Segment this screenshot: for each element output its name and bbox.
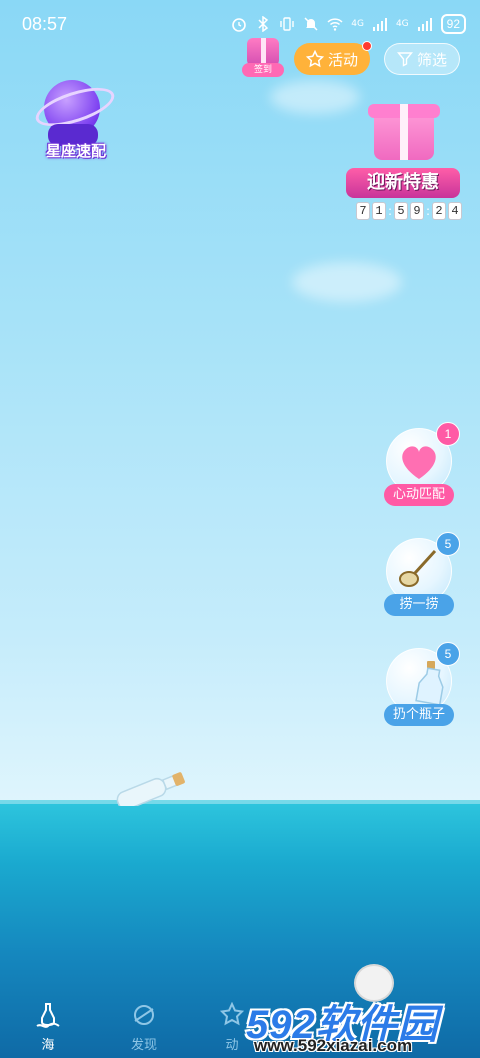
badge-count: 5 bbox=[436, 532, 460, 556]
signin-button[interactable]: 签到 bbox=[242, 36, 284, 77]
signal-icon bbox=[417, 18, 432, 31]
tab-label: 发现 bbox=[130, 1038, 157, 1053]
heart-match-button[interactable]: 1 心动匹配 bbox=[384, 422, 460, 508]
floating-bottle-icon[interactable] bbox=[108, 766, 188, 806]
gift-ribbon bbox=[261, 38, 266, 66]
countdown-digit: 2 bbox=[432, 202, 446, 220]
activity-label: 活动 bbox=[327, 50, 358, 69]
sea-home-screen: 08:57 4G 4G 92 签到 活动 筛选 星座速配 迎新特惠 7 1: … bbox=[0, 0, 480, 1058]
status-icons: 4G 4G 92 bbox=[231, 14, 466, 34]
signal-icon bbox=[372, 18, 387, 31]
throw-bottle-button[interactable]: 5 扔个瓶子 bbox=[384, 642, 460, 728]
countdown-digit: 4 bbox=[448, 202, 462, 220]
constellation-label: 星座速配 bbox=[45, 142, 106, 160]
notification-dot bbox=[362, 41, 372, 51]
battery-icon: 92 bbox=[440, 14, 466, 34]
signin-label: 签到 bbox=[242, 63, 284, 77]
watermark-url: www.592xiazai.com bbox=[254, 1036, 413, 1055]
planet-icon bbox=[134, 1005, 154, 1025]
watermark: 592软件园 www.592xiazai.com bbox=[240, 990, 480, 1058]
mute-icon bbox=[304, 17, 318, 31]
status-time: 08:57 bbox=[22, 14, 68, 34]
wifi-icon bbox=[327, 18, 343, 31]
tab-sea[interactable]: 海 bbox=[18, 996, 78, 1053]
countdown-digit: 7 bbox=[356, 202, 370, 220]
constellation-match-button[interactable]: 星座速配 bbox=[31, 78, 119, 168]
tab-discover[interactable]: 发现 bbox=[114, 996, 174, 1053]
filter-label: 筛选 bbox=[416, 50, 447, 69]
countdown-digit: 5 bbox=[394, 202, 408, 220]
countdown-digit: 1 bbox=[372, 202, 386, 220]
bluetooth-icon bbox=[258, 16, 269, 32]
filter-icon bbox=[396, 52, 413, 67]
alarm-icon bbox=[232, 18, 247, 32]
network-type: 4G bbox=[395, 19, 409, 29]
vibrate-icon bbox=[280, 17, 294, 31]
countdown-colon: : bbox=[426, 204, 431, 218]
new-user-promo[interactable]: 迎新特惠 7 1 : 5 9 : 2 4 bbox=[340, 100, 466, 224]
sea-bottle-icon bbox=[36, 1003, 60, 1028]
side-action-label: 捞一捞 bbox=[384, 594, 454, 616]
promo-gift-ribbon bbox=[400, 104, 408, 160]
horizon-line bbox=[0, 800, 480, 804]
promo-countdown: 7 1 : 5 9 : 2 4 bbox=[356, 202, 462, 220]
side-action-label: 扔个瓶子 bbox=[384, 704, 454, 726]
badge-count: 5 bbox=[436, 642, 460, 666]
tab-label: 海 bbox=[41, 1038, 55, 1053]
activity-button[interactable]: 活动 bbox=[294, 41, 372, 75]
scoop-button[interactable]: 5 捞一捞 bbox=[384, 532, 460, 618]
filter-button[interactable]: 筛选 bbox=[384, 43, 460, 75]
star-icon bbox=[305, 50, 324, 68]
countdown-colon: : bbox=[388, 204, 393, 218]
countdown-digit: 9 bbox=[410, 202, 424, 220]
badge-count: 1 bbox=[436, 422, 460, 446]
side-action-label: 心动匹配 bbox=[384, 484, 454, 506]
network-type: 4G bbox=[351, 19, 364, 29]
promo-title: 迎新特惠 bbox=[346, 168, 460, 198]
cloud bbox=[292, 262, 402, 302]
